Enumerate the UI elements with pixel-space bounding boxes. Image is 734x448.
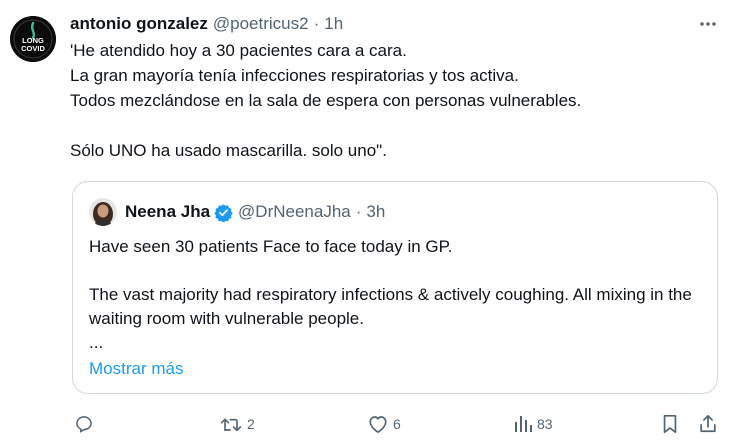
tweet-header: antonio gonzalez @poetricus2 · 1h xyxy=(70,12,343,36)
long-covid-badge-icon: LONG COVID xyxy=(10,16,56,62)
reply-button[interactable] xyxy=(74,410,98,438)
author-name[interactable]: antonio gonzalez xyxy=(70,14,208,34)
views-chart-icon xyxy=(515,416,532,432)
author-handle[interactable]: @poetricus2 xyxy=(213,14,309,34)
quoted-timestamp[interactable]: 3h xyxy=(366,202,385,222)
heart-icon xyxy=(369,416,387,433)
share-icon xyxy=(700,414,716,433)
quoted-author-avatar[interactable] xyxy=(89,198,117,226)
show-more-link[interactable]: Mostrar más xyxy=(89,359,183,379)
like-button[interactable]: 6 xyxy=(367,410,401,438)
avatar-label-line2: COVID xyxy=(21,44,45,53)
views-button[interactable]: 83 xyxy=(513,410,553,438)
bookmark-icon xyxy=(663,414,677,434)
more-options-button[interactable] xyxy=(696,14,720,34)
verified-badge-icon xyxy=(214,203,233,222)
reply-icon xyxy=(76,416,92,433)
quoted-tweet[interactable]: Neena Jha @DrNeenaJha · 3h Have seen 30 … xyxy=(72,181,718,394)
quoted-author-handle[interactable]: @DrNeenaJha xyxy=(238,202,351,222)
view-count: 83 xyxy=(537,416,553,432)
retweet-icon xyxy=(220,418,242,432)
share-button[interactable] xyxy=(698,410,718,438)
author-avatar[interactable]: LONG COVID xyxy=(10,16,56,62)
more-horizontal-icon xyxy=(700,22,716,26)
user-photo-icon xyxy=(89,198,117,226)
quoted-text: Have seen 30 patients Face to face today… xyxy=(89,237,692,352)
tweet-card[interactable]: LONG COVID antonio gonzalez @poetricus2 … xyxy=(0,0,734,448)
like-count: 6 xyxy=(393,416,401,432)
quoted-author-name[interactable]: Neena Jha xyxy=(125,202,210,222)
tweet-timestamp[interactable]: 1h xyxy=(324,14,343,34)
retweet-button[interactable]: 2 xyxy=(219,410,255,438)
quoted-header-separator: · xyxy=(355,202,362,221)
header-separator: · xyxy=(313,14,320,33)
tweet-text: 'He atendido hoy a 30 pacientes cara a c… xyxy=(70,41,582,160)
quoted-header: Neena Jha @DrNeenaJha · 3h xyxy=(125,199,385,225)
retweet-count: 2 xyxy=(247,416,255,432)
action-bar: 2 6 83 xyxy=(0,410,734,438)
bookmark-button[interactable] xyxy=(661,410,679,438)
